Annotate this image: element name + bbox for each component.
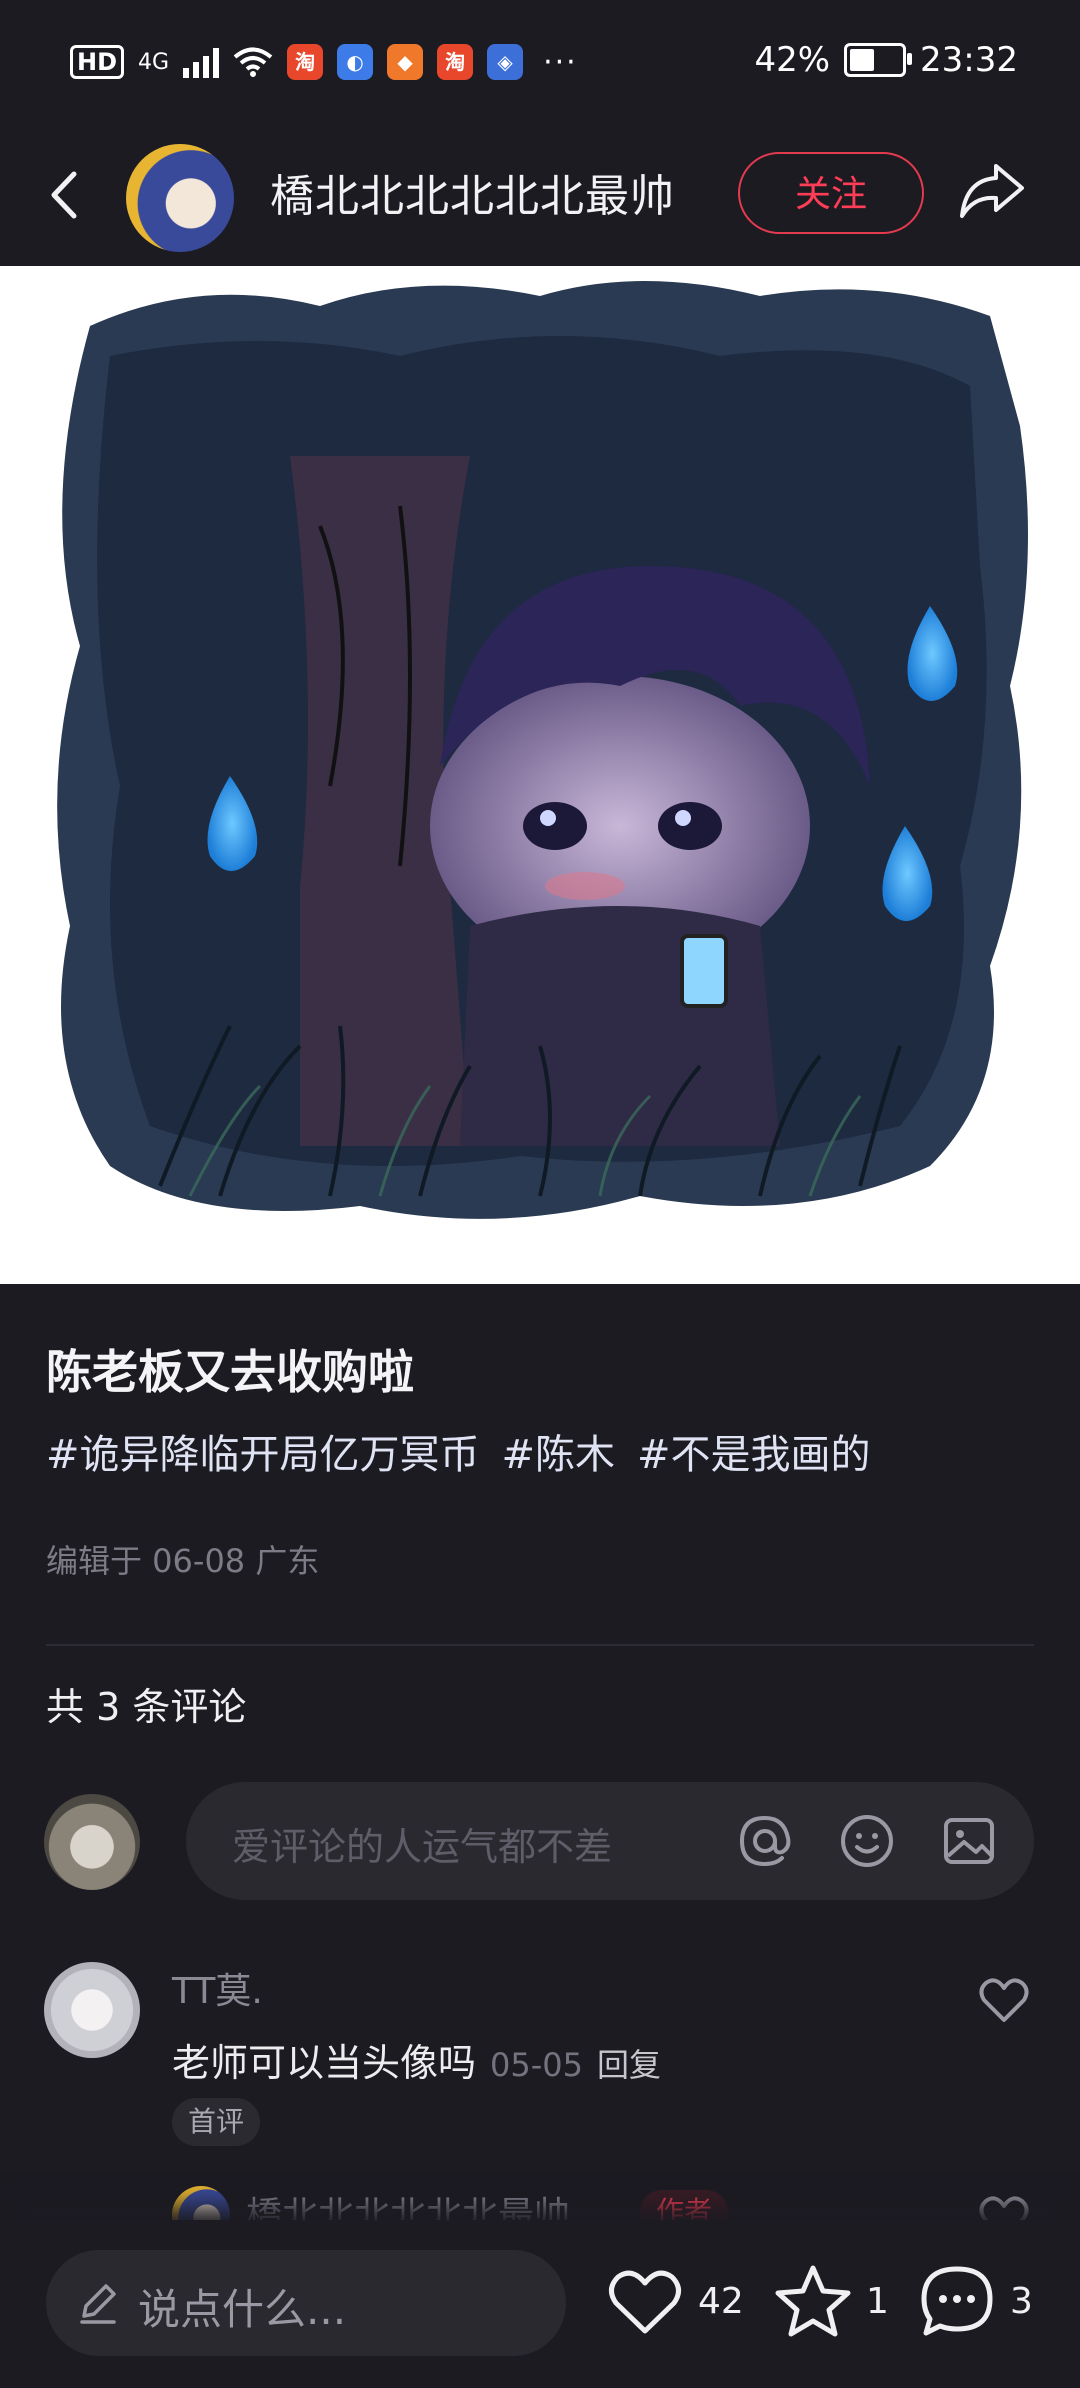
battery-icon — [844, 43, 913, 77]
heart-icon — [609, 2270, 681, 2334]
battery-percent: 42% — [754, 40, 831, 80]
comment-input[interactable]: 说点什么... — [46, 2250, 566, 2356]
tag-link[interactable]: #不是我画的 — [637, 1422, 871, 1480]
post-title: 陈老板又去收购啦 — [46, 1345, 414, 1399]
author-name[interactable]: 橋北北北北北北最帅 — [270, 160, 675, 224]
share-icon[interactable] — [956, 158, 1028, 222]
back-icon[interactable] — [38, 160, 98, 230]
status-right: 42% 23:32 — [754, 40, 1018, 80]
comment-input-placeholder: 说点什么... — [138, 2285, 347, 2334]
star-icon — [775, 2265, 851, 2337]
comment-text: 老师可以当头像吗 — [172, 2041, 477, 2085]
emoji-icon[interactable] — [836, 1810, 898, 1872]
network-type: 4G — [138, 49, 170, 75]
taobao-app-icon-2: 淘 — [437, 44, 474, 80]
hd-indicator: HD — [70, 45, 125, 79]
post-tags: #诡异降临开局亿万冥币 #陈木 #不是我画的 — [46, 1422, 871, 1480]
post-header: 橋北北北北北北最帅 关注 — [0, 130, 1080, 266]
post-image[interactable] — [0, 266, 1080, 1284]
commenter-avatar[interactable] — [44, 1962, 140, 2058]
comment-bubble-icon — [921, 2266, 993, 2336]
like-button[interactable]: 42 — [606, 2256, 744, 2346]
tag-link[interactable]: #诡异降临开局亿万冥币 — [46, 1422, 480, 1480]
shield-app-icon: ◈ — [487, 44, 524, 80]
my-avatar — [44, 1794, 140, 1890]
author-avatar[interactable] — [126, 144, 234, 252]
comment-like-icon[interactable] — [976, 1972, 1032, 2028]
more-notifications-icon: ··· — [543, 44, 578, 80]
comment-button[interactable]: 3 — [918, 2256, 1033, 2346]
post-meta: 编辑于 06-08 广东 — [46, 1542, 320, 1580]
first-comment-badge: 首评 — [172, 2098, 261, 2146]
comment-body: 老师可以当头像吗 05-05 回复 — [172, 2032, 661, 2087]
tag-link[interactable]: #陈木 — [502, 1422, 616, 1480]
comments-count: 共 3 条评论 — [46, 1685, 247, 1729]
divider — [46, 1644, 1034, 1646]
mention-icon[interactable] — [734, 1810, 796, 1872]
commenter-name[interactable]: TT莫. — [172, 1962, 263, 2014]
browser-app-icon: ◐ — [337, 44, 374, 80]
composer-placeholder: 爱评论的人运气都不差 — [232, 1825, 613, 1869]
reply-button[interactable]: 回复 — [597, 2040, 661, 2086]
comment-date: 05-05 — [490, 2046, 583, 2084]
comment-composer[interactable]: 爱评论的人运气都不差 — [186, 1782, 1034, 1900]
status-bar: HD 4G 淘 ◐ ◆ 淘 ◈ ··· 42% 23:32 — [0, 0, 1080, 130]
taobao-app-icon: 淘 — [287, 44, 324, 80]
pen-icon — [80, 2284, 116, 2324]
follow-button[interactable]: 关注 — [738, 152, 924, 234]
signal-icon — [183, 46, 220, 78]
wifi-icon — [233, 47, 273, 77]
clock: 23:32 — [920, 40, 1018, 80]
status-left: HD 4G 淘 ◐ ◆ 淘 ◈ ··· — [70, 44, 578, 80]
favorite-button[interactable]: 1 — [774, 2256, 889, 2346]
artwork-illustration — [57, 281, 1028, 1219]
gift-app-icon: ◆ — [387, 44, 424, 80]
favorite-count: 1 — [866, 2280, 889, 2322]
bottom-action-bar: 说点什么... 42 1 3 — [0, 2220, 1080, 2388]
like-count: 42 — [698, 2280, 744, 2322]
comment-count: 3 — [1010, 2280, 1033, 2322]
image-icon[interactable] — [938, 1810, 1000, 1872]
